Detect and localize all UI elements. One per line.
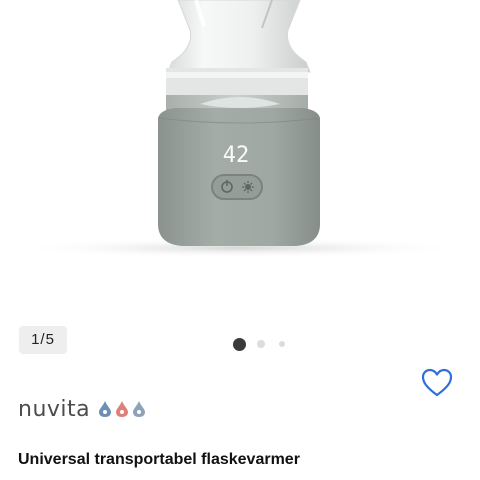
carousel-dots: [233, 337, 285, 351]
brand-logo[interactable]: nuvita: [18, 392, 146, 426]
carousel-dot-3[interactable]: [279, 341, 285, 347]
image-counter: 1/5: [19, 326, 67, 354]
brand-drops-icon: [98, 400, 146, 418]
product-image-gallery[interactable]: 42: [0, 0, 480, 310]
bottle-warmer-image: 42: [10, 0, 470, 258]
wishlist-heart-icon[interactable]: [420, 367, 454, 399]
brand-name: nuvita: [18, 396, 91, 422]
product-title: Universal transportabel flaskevarmer: [18, 451, 300, 468]
display-digits: 42: [223, 143, 250, 168]
carousel-dot-2[interactable]: [257, 340, 265, 348]
carousel-dot-1[interactable]: [233, 337, 246, 351]
